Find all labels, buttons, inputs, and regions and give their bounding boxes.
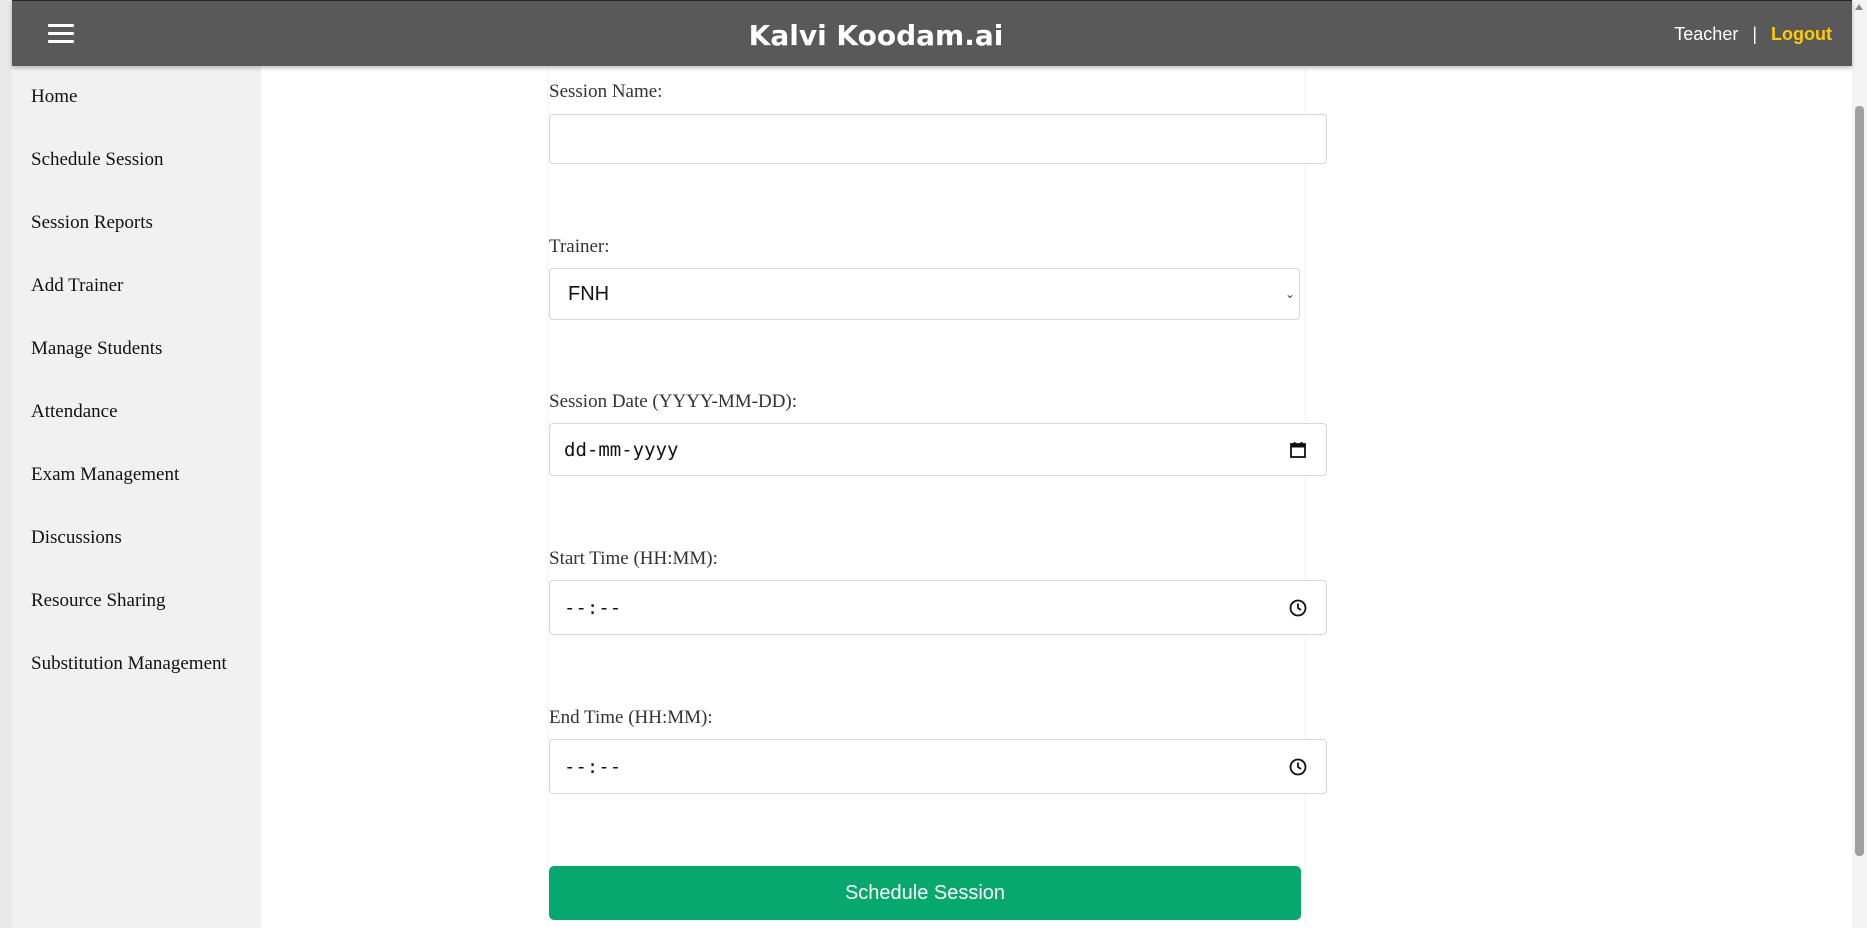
- start-time-label: Start Time (HH:MM):: [549, 548, 718, 569]
- schedule-session-form: Session Name: Trainer: FNH ⌄ Session Dat…: [549, 66, 1327, 928]
- clock-icon[interactable]: [1288, 757, 1308, 777]
- sidebar-item-manage-students[interactable]: Manage Students: [12, 334, 261, 397]
- start-time-placeholder: --:--: [564, 596, 622, 619]
- user-role: Teacher: [1674, 23, 1739, 44]
- main-content: Session Name: Trainer: FNH ⌄ Session Dat…: [261, 66, 1852, 928]
- end-time-label: End Time (HH:MM):: [549, 707, 713, 728]
- trainer-select[interactable]: FNH ⌄: [549, 268, 1300, 320]
- sidebar-item-discussions[interactable]: Discussions: [12, 523, 261, 586]
- session-name-label: Session Name:: [549, 81, 663, 102]
- sidebar-item-exam-management[interactable]: Exam Management: [12, 460, 261, 523]
- sidebar-item-schedule-session[interactable]: Schedule Session: [12, 145, 261, 208]
- trainer-selected-value: FNH: [568, 282, 610, 305]
- top-navbar: Kalvi Koodam.ai Teacher | Logout: [12, 0, 1852, 66]
- sidebar-item-session-reports[interactable]: Session Reports: [12, 208, 261, 271]
- calendar-icon[interactable]: [1288, 440, 1308, 460]
- end-time-input[interactable]: --:--: [549, 739, 1327, 794]
- sidebar-item-substitution-management[interactable]: Substitution Management: [12, 649, 261, 712]
- scrollbar-thumb[interactable]: [1855, 106, 1864, 856]
- app-window: Kalvi Koodam.ai Teacher | Logout Home Sc…: [0, 0, 1867, 928]
- scroll-up-arrow-icon[interactable]: [1855, 4, 1863, 10]
- session-date-label: Session Date (YYYY-MM-DD):: [549, 391, 798, 412]
- user-menu: Teacher | Logout: [1674, 1, 1832, 67]
- sidebar-item-resource-sharing[interactable]: Resource Sharing: [12, 586, 261, 649]
- window-edge: [0, 0, 12, 928]
- schedule-session-button[interactable]: Schedule Session: [549, 866, 1301, 920]
- chevron-down-icon: ⌄: [1284, 287, 1295, 301]
- clock-icon[interactable]: [1288, 598, 1308, 618]
- brand-title: Kalvi Koodam.ai: [748, 19, 1004, 52]
- sidebar-item-add-trainer[interactable]: Add Trainer: [12, 271, 261, 334]
- separator: |: [1752, 23, 1758, 44]
- trainer-label: Trainer:: [549, 236, 610, 257]
- sidebar-item-home[interactable]: Home: [12, 82, 261, 145]
- session-date-placeholder: dd-mm-yyyy: [564, 438, 679, 461]
- scrollbar[interactable]: [1852, 0, 1867, 928]
- end-time-placeholder: --:--: [564, 755, 622, 778]
- session-name-input[interactable]: [549, 114, 1327, 164]
- logout-link[interactable]: Logout: [1771, 24, 1832, 45]
- sidebar-item-attendance[interactable]: Attendance: [12, 397, 261, 460]
- sidebar: Home Schedule Session Session Reports Ad…: [12, 66, 261, 928]
- start-time-input[interactable]: --:--: [549, 580, 1327, 635]
- session-date-input[interactable]: dd-mm-yyyy: [549, 423, 1327, 476]
